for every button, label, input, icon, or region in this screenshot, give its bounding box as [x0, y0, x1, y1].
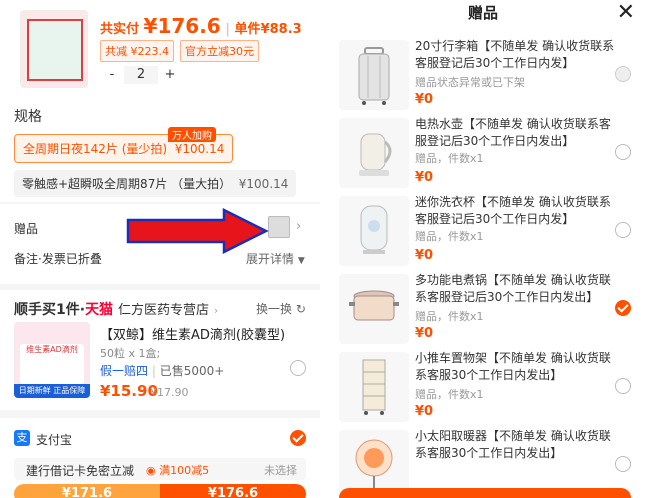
- bar-left-price[interactable]: ¥171.6: [14, 484, 160, 498]
- shop-title: 顺手买1件·天猫 仁方医药专营店 ›: [14, 299, 218, 319]
- gift-item[interactable]: 多功能电煮锅【不随单发 确认收货联系客服登记后30个工作日内发出】 赠品，件数x…: [321, 272, 645, 348]
- spec-option-1-label: 全周期日夜142片 (量少拍): [23, 142, 168, 156]
- chevron-right-icon[interactable]: ›: [296, 219, 301, 234]
- total-price: ¥176.6: [143, 14, 221, 38]
- qty-plus-button[interactable]: +: [158, 66, 182, 84]
- tmall-label: 天猫: [85, 302, 114, 318]
- vitamin-orig-price: ¥17.90: [150, 386, 189, 399]
- confirm-button[interactable]: [339, 488, 631, 498]
- unit-label: 单件: [234, 22, 261, 37]
- gift-radio[interactable]: [615, 456, 631, 472]
- cooker-image: [339, 274, 409, 344]
- close-icon[interactable]: ✕: [617, 0, 635, 26]
- gift-radio-disabled: [615, 66, 631, 82]
- spec-card: 规格 全周期日夜142片 (量少拍) ¥100.14 零触感+超瞬吸全周期87片…: [0, 96, 320, 202]
- qty-minus-button[interactable]: -: [100, 66, 124, 84]
- gift-sub: 赠品，件数x1: [415, 388, 484, 401]
- gift-title: 电热水壶【不随单发 确认收货联系客服登记后30个工作日内发出】: [415, 117, 611, 148]
- popular-badge: 万人加购: [168, 127, 216, 142]
- bank-tag-icon: ◉: [146, 464, 156, 477]
- gift-title: 小太阳取暖器【不随单发 确认收货联系客服30个工作日内发出】: [415, 429, 611, 460]
- vitamin-box-art: 维生素AD滴剂: [20, 344, 84, 384]
- refresh-icon: ↻: [295, 302, 306, 316]
- product-image[interactable]: [20, 10, 88, 88]
- chevron-down-icon: ▼: [297, 256, 305, 266]
- swap-button[interactable]: 换一换 ↻: [256, 300, 306, 317]
- alipay-icon: 支: [14, 430, 30, 446]
- vitamin-product-image[interactable]: 维生素AD滴剂 日期新鲜 正品保障: [14, 322, 90, 398]
- bank-tag-label: 满100减5: [159, 464, 210, 477]
- gift-sub: 赠品，件数x1: [415, 310, 484, 323]
- quantity-stepper[interactable]: - 2 +: [100, 66, 182, 84]
- expand-label: 展开详情: [246, 252, 295, 266]
- washer-cup-image: [339, 196, 409, 266]
- spec-option-1-price: ¥100.14: [174, 142, 225, 156]
- gift-item[interactable]: 电热水壶【不随单发 确认收货联系客服登记后30个工作日内发出】 赠品，件数x1 …: [321, 116, 645, 192]
- spec-title: 规格: [14, 109, 42, 125]
- shop-name[interactable]: 仁方医药专营店: [118, 303, 209, 318]
- gift-price: ¥0: [415, 326, 434, 341]
- promo-label: 顺手买1件·: [14, 302, 86, 318]
- vitamin-tags: 假一赔四 | 已售5000+: [100, 364, 225, 378]
- bank-promo-status: 未选择: [264, 464, 297, 477]
- bank-promo-label: 建行借记卡免密立减: [26, 464, 135, 478]
- qty-value[interactable]: 2: [124, 66, 158, 84]
- total-label: 共实付: [100, 22, 140, 37]
- order-panel: 共实付 ¥176.6 | 单件¥88.3 共减 ¥223.4 官方立减30元 -…: [0, 0, 320, 498]
- luggage-image: [339, 40, 409, 110]
- kettle-image: [339, 118, 409, 188]
- gift-sub: 赠品，件数x1: [415, 230, 484, 243]
- cart-rack-image: [339, 352, 409, 422]
- total-price-line: 共实付 ¥176.6 | 单件¥88.3: [100, 14, 302, 38]
- sold-count: 已售5000+: [159, 364, 225, 378]
- gift-panel: 赠品 ✕ 20寸行李箱【不随单发 确认收货联系客服登记后30个工作日内发】 赠品…: [321, 0, 645, 498]
- vitamin-product-name[interactable]: 【双鲸】维生素AD滴剂(胶囊型): [100, 324, 285, 343]
- discount-tag: 共减 ¥223.4: [100, 40, 174, 62]
- red-arrow-annotation: [126, 208, 269, 254]
- gift-price: ¥0: [415, 248, 434, 263]
- vitamin-spec: 50粒 x 1盒;: [100, 347, 161, 360]
- bar-right-price[interactable]: ¥176.6: [160, 484, 306, 498]
- gift-sub: 赠品，件数x1: [415, 152, 484, 165]
- gift-panel-title: 赠品: [467, 4, 498, 22]
- authentic-tag: 假一赔四: [100, 364, 149, 378]
- alipay-select-radio[interactable]: [290, 430, 306, 446]
- chevron-right-icon: ›: [213, 304, 219, 317]
- gift-row-label[interactable]: 赠品: [14, 220, 38, 237]
- remark-row-label: 备注·发票已折叠: [14, 252, 102, 266]
- gift-radio[interactable]: [615, 144, 631, 160]
- gift-title: 迷你洗衣杯【不随单发 确认收货联系客服登记后30个工作日内发】: [415, 195, 611, 226]
- gift-item[interactable]: 小推车置物架【不随单发 确认收货联系客服30个工作日内发出】 赠品，件数x1 ¥…: [321, 350, 645, 426]
- gift-title: 20寸行李箱【不随单发 确认收货联系客服登记后30个工作日内发】: [415, 39, 615, 70]
- vitamin-image-label: 日期新鲜 正品保障: [14, 384, 90, 398]
- submit-bar[interactable]: ¥171.6 ¥176.6: [14, 484, 306, 498]
- gift-item[interactable]: 20寸行李箱【不随单发 确认收货联系客服登记后30个工作日内发】 赠品状态异常或…: [321, 38, 645, 114]
- discount-tags: 共减 ¥223.4 官方立减30元: [100, 40, 259, 62]
- gift-item[interactable]: 迷你洗衣杯【不随单发 确认收货联系客服登记后30个工作日内发】 赠品，件数x1 …: [321, 194, 645, 270]
- gift-radio-selected[interactable]: [615, 300, 631, 316]
- product-card: 共实付 ¥176.6 | 单件¥88.3 共减 ¥223.4 官方立减30元 -…: [0, 0, 320, 96]
- unit-price: ¥88.3: [260, 22, 302, 37]
- gift-radio[interactable]: [615, 222, 631, 238]
- spec-option-2-label: 零触感+超瞬吸全周期87片 （量大拍）: [22, 177, 232, 191]
- vitamin-select-radio[interactable]: [290, 360, 306, 376]
- official-discount-tag: 官方立减30元: [180, 40, 259, 62]
- alipay-label[interactable]: 支付宝: [36, 431, 72, 448]
- gift-radio[interactable]: [615, 378, 631, 394]
- swap-label: 换一换: [256, 302, 293, 316]
- bank-promo-tag: ◉ 满100减5: [146, 462, 209, 478]
- gift-sub: 赠品状态异常或已下架: [415, 76, 525, 89]
- gift-price: ¥0: [415, 92, 434, 107]
- gift-price: ¥0: [415, 170, 434, 185]
- gift-price: ¥0: [415, 404, 434, 419]
- gift-title: 小推车置物架【不随单发 确认收货联系客服30个工作日内发出】: [415, 351, 611, 382]
- spec-option-2[interactable]: 零触感+超瞬吸全周期87片 （量大拍） ¥100.14: [14, 170, 297, 197]
- spec-option-2-price: ¥100.14: [238, 177, 289, 191]
- gift-title: 多功能电煮锅【不随单发 确认收货联系客服登记后30个工作日内发出】: [415, 273, 611, 304]
